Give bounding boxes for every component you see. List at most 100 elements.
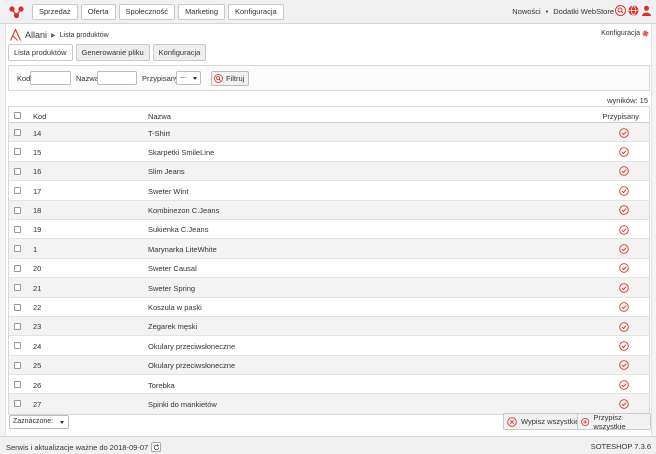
table-row[interactable]: 27 Spinki do mankietów <box>9 394 649 414</box>
table-row[interactable]: 26 Torebka <box>9 375 649 395</box>
tab-konfiguracja[interactable]: Konfiguracja <box>152 44 207 61</box>
table-row[interactable]: 25 Okulary przeciwsłoneczne <box>9 355 649 376</box>
user-icon[interactable] <box>641 5 652 16</box>
assigned-check-icon[interactable] <box>619 302 629 312</box>
filter-button[interactable]: Filtruj <box>211 71 250 86</box>
main-nav: Sprzedaż Oferta Społeczność Marketing Ko… <box>32 4 284 20</box>
cell-nazwa: Okulary przeciwsłoneczne <box>148 361 236 371</box>
table-row[interactable]: 23 Zegarek męski <box>9 316 649 337</box>
assigned-check-icon[interactable] <box>619 380 629 390</box>
row-checkbox[interactable] <box>14 284 21 292</box>
header-przypisany[interactable]: Przypisany <box>602 112 639 121</box>
filter-nazwa-input[interactable] <box>97 71 137 85</box>
main-panel: Allani ▶ Lista produktów Konfiguracja Li… <box>5 24 652 436</box>
table-row[interactable]: 24 Okulary przeciwsłoneczne <box>9 336 649 356</box>
top-bar: Sprzedaż Oferta Społeczność Marketing Ko… <box>0 0 656 24</box>
filter-button-label: Filtruj <box>226 74 245 83</box>
cell-kod: 26 <box>33 380 42 390</box>
assigned-check-icon[interactable] <box>619 166 629 177</box>
row-checkbox[interactable] <box>14 342 21 350</box>
cell-nazwa: Marynarka LiteWhite <box>148 244 217 254</box>
assigned-check-icon[interactable] <box>619 263 629 274</box>
header-kod[interactable]: Kod <box>33 112 46 121</box>
assigned-check-icon[interactable] <box>619 244 629 254</box>
globe-icon[interactable] <box>628 5 639 16</box>
assigned-check-icon[interactable] <box>619 360 629 371</box>
row-checkbox[interactable] <box>14 400 21 408</box>
bulk-action-select[interactable]: Zaznaczone: <box>9 415 69 429</box>
assigned-check-icon[interactable] <box>619 399 629 409</box>
cell-kod: 19 <box>33 225 42 235</box>
cell-kod: 24 <box>33 341 42 351</box>
row-checkbox[interactable] <box>14 381 21 389</box>
table-row[interactable]: 15 Skarpetki SmileLine <box>9 142 649 162</box>
refresh-button[interactable] <box>151 442 162 452</box>
filter-kod-input[interactable] <box>30 71 71 85</box>
filter-przypisany-select[interactable]: --- <box>176 71 201 85</box>
link-dodatki-webstore[interactable]: Dodatki WebStore <box>553 7 614 16</box>
search-icon[interactable] <box>615 5 626 16</box>
gear-icon <box>642 30 649 37</box>
row-checkbox[interactable] <box>14 187 21 195</box>
table-row[interactable]: 19 Sukienka C.Jeans <box>9 219 649 240</box>
cell-kod: 23 <box>33 322 42 332</box>
breadcrumb-root[interactable]: Allani <box>25 30 47 40</box>
tab-generowanie-pliku[interactable]: Generowanie pliku <box>75 44 150 61</box>
cell-nazwa: Koszula w paski <box>148 303 202 313</box>
app-logo-icon[interactable] <box>8 5 26 19</box>
filter-kod-label: Kod <box>17 74 31 83</box>
table-row[interactable]: 20 Sweter Causal <box>9 258 649 279</box>
cell-kod: 25 <box>33 361 42 371</box>
assigned-check-icon[interactable] <box>619 341 629 351</box>
cell-nazwa: Slim Jeans <box>148 167 185 177</box>
row-checkbox[interactable] <box>14 322 21 330</box>
nav-item-oferta[interactable]: Oferta <box>80 4 116 20</box>
nav-item-konfiguracja[interactable]: Konfiguracja <box>228 4 284 20</box>
row-checkbox[interactable] <box>14 303 21 311</box>
table-row[interactable]: 17 Sweter Wint <box>9 181 649 201</box>
assigned-check-icon[interactable] <box>619 186 629 196</box>
row-checkbox[interactable] <box>14 148 21 156</box>
cell-nazwa: Skarpetki SmileLine <box>148 147 215 157</box>
assigned-check-icon[interactable] <box>619 321 629 332</box>
table-row[interactable]: 14 T-Shirt <box>9 123 649 143</box>
cell-nazwa: Sweter Wint <box>148 186 189 196</box>
nav-item-marketing[interactable]: Marketing <box>178 4 225 20</box>
table-row[interactable]: 22 Koszula w paski <box>9 297 649 317</box>
row-checkbox[interactable] <box>14 129 21 136</box>
unassign-all-button[interactable]: Wypisz wszystkie <box>503 413 585 430</box>
row-checkbox[interactable] <box>14 245 21 253</box>
filter-przypisany-label: Przypisany <box>142 74 179 83</box>
row-checkbox[interactable] <box>14 206 21 214</box>
assign-all-button[interactable]: Przypisz wszystkie <box>577 413 651 431</box>
assigned-check-icon[interactable] <box>619 283 629 293</box>
row-checkbox[interactable] <box>14 264 21 272</box>
nav-item-sprzedaz[interactable]: Sprzedaż <box>32 4 78 20</box>
config-link[interactable]: Konfiguracja <box>601 30 649 37</box>
cell-kod: 18 <box>33 206 42 216</box>
tab-lista-produktow[interactable]: Lista produktów <box>8 44 73 61</box>
link-nowosci[interactable]: Nowości <box>512 7 540 16</box>
footer-service: Serwis i aktualizacje ważne do 2018-09-0… <box>6 442 162 452</box>
assigned-check-icon[interactable] <box>619 205 629 216</box>
products-table: Kod Nazwa Przypisany 14 T-Shirt 15 Skarpetk… <box>8 106 650 415</box>
cell-kod: 27 <box>33 399 42 409</box>
table-row[interactable]: 21 Sweter Spring <box>9 278 649 298</box>
table-row[interactable]: 1 Marynarka LiteWhite <box>9 239 649 259</box>
row-checkbox[interactable] <box>14 167 21 175</box>
header-nazwa[interactable]: Nazwa <box>148 112 171 121</box>
table-row[interactable]: 16 Slim Jeans <box>9 161 649 182</box>
cell-kod: 14 <box>33 128 42 138</box>
assigned-check-icon[interactable] <box>619 224 629 235</box>
nav-item-spolecznosc[interactable]: Społeczność <box>118 4 176 20</box>
assigned-check-icon[interactable] <box>619 127 629 138</box>
top-icons <box>615 5 652 16</box>
row-checkbox[interactable] <box>14 225 21 233</box>
allani-logo-icon <box>10 29 21 41</box>
unassign-all-label: Wypisz wszystkie <box>521 417 580 426</box>
row-checkbox[interactable] <box>14 361 21 369</box>
select-all-checkbox[interactable] <box>14 111 21 119</box>
search-icon <box>214 74 223 83</box>
assigned-check-icon[interactable] <box>619 147 629 157</box>
table-row[interactable]: 18 Kombinezon C.Jeans <box>9 200 649 220</box>
